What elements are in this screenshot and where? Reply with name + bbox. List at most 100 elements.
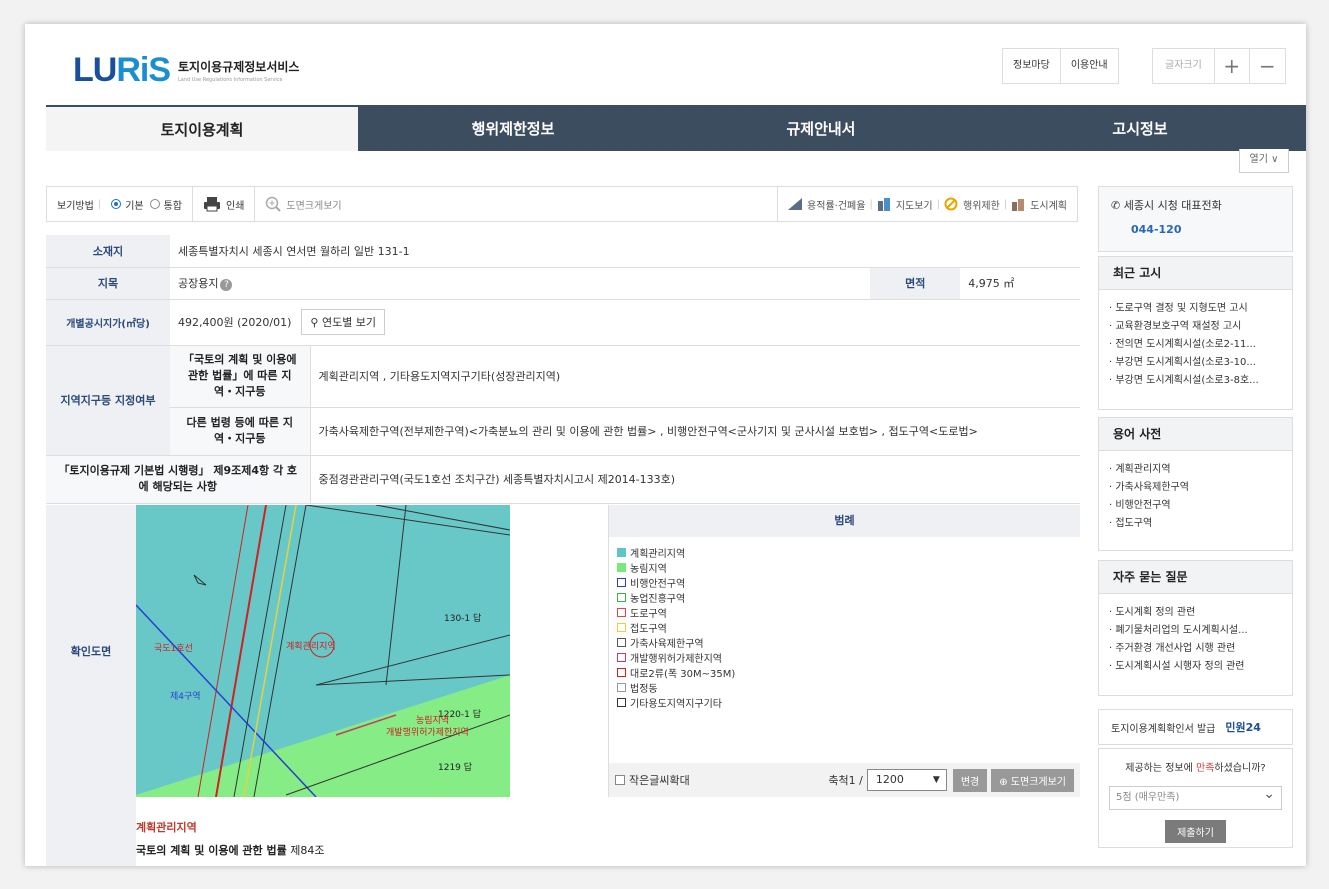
price-cell: 492,400원 (2020/01) ⚲ 연도별 보기 — [170, 299, 1080, 346]
faq-item[interactable]: · 도시계획시설 시행자 정의 관련 — [1109, 658, 1282, 676]
survey-q-b: 하셨습니까? — [1214, 763, 1266, 774]
open-button[interactable]: 열기 ∨ — [1239, 149, 1289, 173]
dict-item[interactable]: · 접도구역 — [1109, 515, 1282, 533]
main-nav: 토지이용계획 행위제한정보 규제안내서 고시정보 — [46, 105, 1306, 151]
parcel-label: 1219 답 — [438, 763, 473, 773]
zone-label: 지역지구등 지정여부 — [46, 345, 170, 456]
faq-item[interactable]: · 도시계획 정의 관련 — [1109, 604, 1282, 622]
legend-label: 가축사육제한구역 — [630, 639, 704, 650]
dict-item[interactable]: · 계획관리지역 — [1109, 461, 1282, 479]
parcel-label: 130-1 답 — [444, 614, 482, 624]
survey-submit-button[interactable]: 제출하기 — [1165, 820, 1226, 843]
basic-law-label: 「토지이용규제 기본법 시행령」 제9조제4항 각 호에 해당되는 사항 — [46, 455, 311, 504]
legend-item: 대로2류(폭 30M~35M) — [617, 665, 1072, 680]
location-label: 소재지 — [46, 235, 170, 268]
small-text-label: 작은글씨확대 — [629, 774, 690, 787]
link-info-market[interactable]: 정보마당 — [1003, 49, 1061, 83]
font-size-control: 글자크기 + − — [1152, 48, 1286, 84]
luris-logo[interactable]: LURiS 토지이용규제정보서비스 Land Use Regulations I… — [73, 50, 299, 90]
legend-item: 개발행위허가제한지역 — [617, 650, 1072, 665]
legend-item: 접도구역 — [617, 620, 1072, 635]
recent-item[interactable]: · 부강면 도시계획시설(소로3-8호... — [1109, 372, 1282, 390]
link-usage-guide[interactable]: 이용안내 — [1061, 49, 1118, 83]
table-row: 개별공시지가(㎡당) 492,400원 (2020/01) ⚲ 연도별 보기 — [46, 299, 1080, 346]
area-value: 4,975 ㎡ — [960, 267, 1080, 300]
year-view-button[interactable]: ⚲ 연도별 보기 — [301, 309, 386, 335]
action-restriction-label: 행위제한 — [963, 200, 1000, 212]
survey-select[interactable]: 5점 (매우만족) — [1109, 783, 1282, 810]
minwon24-logo: 민원24 — [1225, 721, 1261, 734]
tab-notice-info[interactable]: 고시정보 — [974, 105, 1306, 151]
divider: | — [869, 198, 873, 210]
print-button[interactable]: 인쇄 — [192, 187, 256, 221]
legend-swatch — [617, 698, 626, 707]
font-size-plus-button[interactable]: + — [1215, 49, 1250, 83]
city-plan-button[interactable]: 도시계획 — [1011, 197, 1067, 212]
legend-item: 법정동 — [617, 680, 1072, 695]
jimok-label: 지목 — [46, 267, 170, 300]
zoom-map-button[interactable]: 도면크게보기 — [255, 187, 351, 221]
road-map-label: 국도1호선 — [154, 644, 193, 654]
zone-map-label: 계획관리지역 — [286, 642, 336, 652]
printer-icon — [204, 197, 220, 212]
recent-notices: 최근 고시 · 도로구역 결정 및 지형도면 고시 · 교육환경보호구역 재설정 … — [1098, 256, 1293, 410]
radio-basic-label: 기본 — [125, 200, 144, 212]
legend-label: 도로구역 — [630, 609, 667, 620]
help-icon[interactable]: ? — [220, 279, 233, 291]
tab-regulation-guide[interactable]: 규제안내서 — [668, 105, 974, 151]
issue-label: 토지이용계획확인서 발급 — [1111, 723, 1216, 735]
change-button[interactable]: 변경 — [952, 768, 988, 792]
legend-item: 농업진흥구역 — [617, 590, 1072, 605]
survey-q-a: 제공하는 정보에 — [1125, 763, 1197, 774]
small-text-checkbox[interactable] — [615, 775, 625, 785]
jimok-value: 공장용지 — [178, 277, 219, 290]
table-row: 지목 공장용지? 면적 4,975 ㎡ — [46, 267, 1080, 300]
tab-land-use-plan[interactable]: 토지이용계획 — [46, 105, 358, 151]
radio-basic[interactable] — [111, 199, 122, 209]
faq-item[interactable]: · 주거환경 개선사업 시행 관련 — [1109, 640, 1282, 658]
legend-swatch — [617, 683, 626, 692]
recent-item[interactable]: · 부강면 도시계획시설(소로3-10... — [1109, 354, 1282, 372]
city-plan-label: 도시계획 — [1030, 200, 1067, 212]
zoom-map-big-button[interactable]: ⊕ 도면크게보기 — [991, 768, 1074, 792]
issue-certificate-button[interactable]: 토지이용계획확인서 발급 민원24 — [1098, 709, 1293, 745]
faq-title: 자주 묻는 질문 — [1099, 561, 1292, 594]
zoning-map[interactable]: 130-1 답 1220-1 답 1219 답 계획관리지역 국도1호선 농림지… — [136, 505, 510, 797]
font-size-label: 글자크기 — [1153, 49, 1215, 83]
right-tools: 용적률·건폐율 | 지도보기 | 행위제한 | 도시계획 — [777, 187, 1077, 221]
recent-title: 최근 고시 — [1099, 257, 1292, 290]
legend-swatch — [617, 578, 626, 587]
search-icon: ⚲ — [310, 316, 322, 329]
radio-integrated[interactable] — [149, 199, 160, 209]
legend-label: 접도구역 — [630, 624, 667, 635]
recent-item[interactable]: · 교육환경보호구역 재설정 고시 — [1109, 318, 1282, 336]
tab-action-restriction[interactable]: 행위제한정보 — [358, 105, 668, 151]
dict-item[interactable]: · 비행안전구역 — [1109, 497, 1282, 515]
law2-label: 다른 법령 등에 따른 지역・지구등 — [170, 407, 311, 456]
jimok-cell: 공장용지? — [170, 267, 871, 300]
map-view-label: 지도보기 — [895, 200, 933, 212]
legend-label: 농림지역 — [630, 564, 667, 575]
far-bcr-button[interactable]: 용적률·건폐율 — [788, 197, 865, 212]
action-restriction-button[interactable]: 행위제한 — [944, 197, 1000, 212]
legend-label: 비행안전구역 — [630, 579, 686, 590]
phone-number: 044-120 — [1131, 223, 1182, 236]
scale-select[interactable]: 1200 — [866, 769, 947, 791]
view-method-group: 보기방법 | 기본 통합 — [47, 187, 192, 221]
law1-value: 계획관리지역 , 기타용도지역지구기타(성장관리지역) — [310, 345, 1080, 408]
faq-item[interactable]: · 폐기물처리업의 도시계획시설... — [1109, 622, 1282, 640]
price-label: 개별공시지가(㎡당) — [46, 299, 170, 346]
recent-item[interactable]: · 전의면 도시계획시설(소로2-11... — [1109, 336, 1282, 354]
table-row: 지역지구등 지정여부 「국토의 계획 및 이용에 관한 법률」에 따른 지역・지… — [46, 345, 1080, 456]
dict-item[interactable]: · 가축사육제한구역 — [1109, 479, 1282, 497]
recent-item[interactable]: · 도로구역 결정 및 지형도면 고시 — [1109, 300, 1282, 318]
location-value: 세종특별자치시 세종시 연서면 월하리 일반 131-1 — [170, 235, 1080, 268]
faq: 자주 묻는 질문 · 도시계획 정의 관련 · 폐기물처리업의 도시계획시설...… — [1098, 560, 1293, 696]
legend-swatch — [617, 593, 626, 602]
faq-list: · 도시계획 정의 관련 · 폐기물처리업의 도시계획시설... · 주거환경 개선… — [1099, 594, 1292, 686]
desc-law-name[interactable]: 국토의 계획 및 이용에 관한 법률 — [136, 844, 287, 857]
font-size-minus-button[interactable]: − — [1250, 49, 1285, 83]
map-view-button[interactable]: 지도보기 — [877, 197, 933, 212]
logo-mark: LURiS — [73, 50, 171, 89]
restrict-map-label: 개발행위허가제한지역 — [386, 728, 469, 738]
